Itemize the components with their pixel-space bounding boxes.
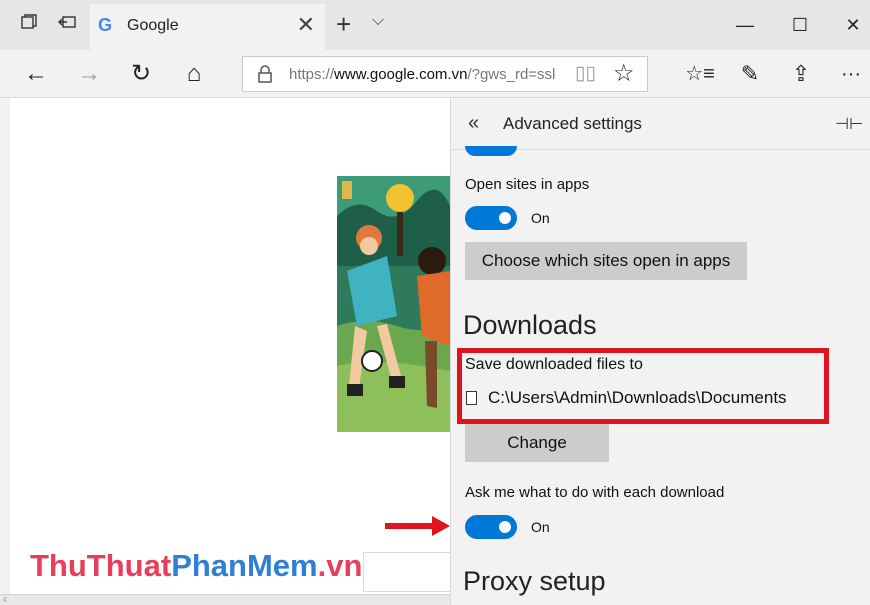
google-search-input[interactable] <box>363 552 451 592</box>
page-left-edge <box>0 98 10 594</box>
web-notes-icon[interactable]: ✎ <box>734 58 766 90</box>
back-button[interactable]: ← <box>20 58 52 90</box>
google-doodle-image[interactable] <box>337 176 450 432</box>
ask-download-toggle[interactable] <box>465 515 517 539</box>
favorite-star-icon[interactable]: ☆ <box>613 59 635 88</box>
tab-close-icon[interactable]: ✕ <box>297 14 315 36</box>
tab-title: Google <box>127 17 179 34</box>
ask-download-label: Ask me what to do with each download <box>465 484 725 501</box>
close-window-button[interactable]: ✕ <box>838 10 868 40</box>
watermark-part-2: PhanMem <box>171 548 318 583</box>
share-icon[interactable]: ⇪ <box>785 58 817 90</box>
url-path: /?gws_rd=ssl <box>467 66 556 83</box>
choose-sites-button[interactable]: Choose which sites open in apps <box>465 242 747 280</box>
tab-google[interactable]: G Google ✕ <box>90 4 325 50</box>
maximize-button[interactable]: ☐ <box>785 10 815 40</box>
new-tab-icon[interactable]: + <box>336 11 351 37</box>
home-button[interactable]: ⌂ <box>178 58 210 90</box>
watermark-logo: ThuThuatPhanMem.vn <box>30 548 362 584</box>
forward-button[interactable]: → <box>73 58 105 90</box>
url-scheme: https:// <box>289 66 335 83</box>
reading-view-icon[interactable]: ▯▯ <box>575 62 596 85</box>
toggle-knob <box>499 521 511 533</box>
red-arrow-shaft <box>385 523 435 529</box>
ask-download-toggle-state: On <box>531 519 550 535</box>
proxy-heading: Proxy setup <box>463 566 606 596</box>
hub-favorites-icon[interactable]: ☆≡ <box>684 58 716 90</box>
set-aside-tabs-icon[interactable] <box>54 12 80 38</box>
pane-header: « Advanced settings ⊣⊢ <box>451 98 870 150</box>
horizontal-scrollbar[interactable]: ‹ <box>0 592 450 605</box>
navigation-bar: ← → ↻ ⌂ https://www.google.com.vn/?gws_r… <box>0 50 870 98</box>
toggle-knob <box>499 212 511 224</box>
open-sites-toggle-state: On <box>531 210 550 226</box>
change-location-button[interactable]: Change <box>465 424 609 462</box>
previous-toggle-switch[interactable] <box>465 146 517 156</box>
open-sites-toggle[interactable] <box>465 206 517 230</box>
pin-pane-icon[interactable]: ⊣⊢ <box>835 114 863 134</box>
minimize-button[interactable]: — <box>730 10 760 40</box>
tab-preview-icon[interactable] <box>16 12 42 38</box>
tab-list-chevron-icon[interactable]: ⌵ <box>372 12 384 30</box>
red-highlight-box <box>457 348 829 424</box>
title-bar: G Google ✕ + ⌵ — ☐ ✕ <box>0 0 870 50</box>
downloads-heading: Downloads <box>463 310 597 340</box>
scroll-left-icon[interactable]: ‹ <box>3 592 7 605</box>
refresh-button[interactable]: ↻ <box>125 58 157 90</box>
address-bar[interactable]: https://www.google.com.vn/?gws_rd=ssl ▯▯… <box>242 56 648 92</box>
open-sites-label: Open sites in apps <box>465 176 590 193</box>
watermark-part-3: .vn <box>317 548 363 583</box>
watermark-part-1: ThuThuat <box>30 548 172 583</box>
back-chevron-icon[interactable]: « <box>468 112 479 135</box>
lock-icon <box>258 65 272 83</box>
more-icon[interactable]: ··· <box>835 58 867 90</box>
red-arrow-head-icon <box>432 516 450 536</box>
pane-title: Advanced settings <box>503 114 642 133</box>
url-text[interactable]: https://www.google.com.vn/?gws_rd=ssl <box>289 66 565 83</box>
google-favicon-icon: G <box>98 15 113 35</box>
url-domain: www.google.com.vn <box>334 66 468 83</box>
